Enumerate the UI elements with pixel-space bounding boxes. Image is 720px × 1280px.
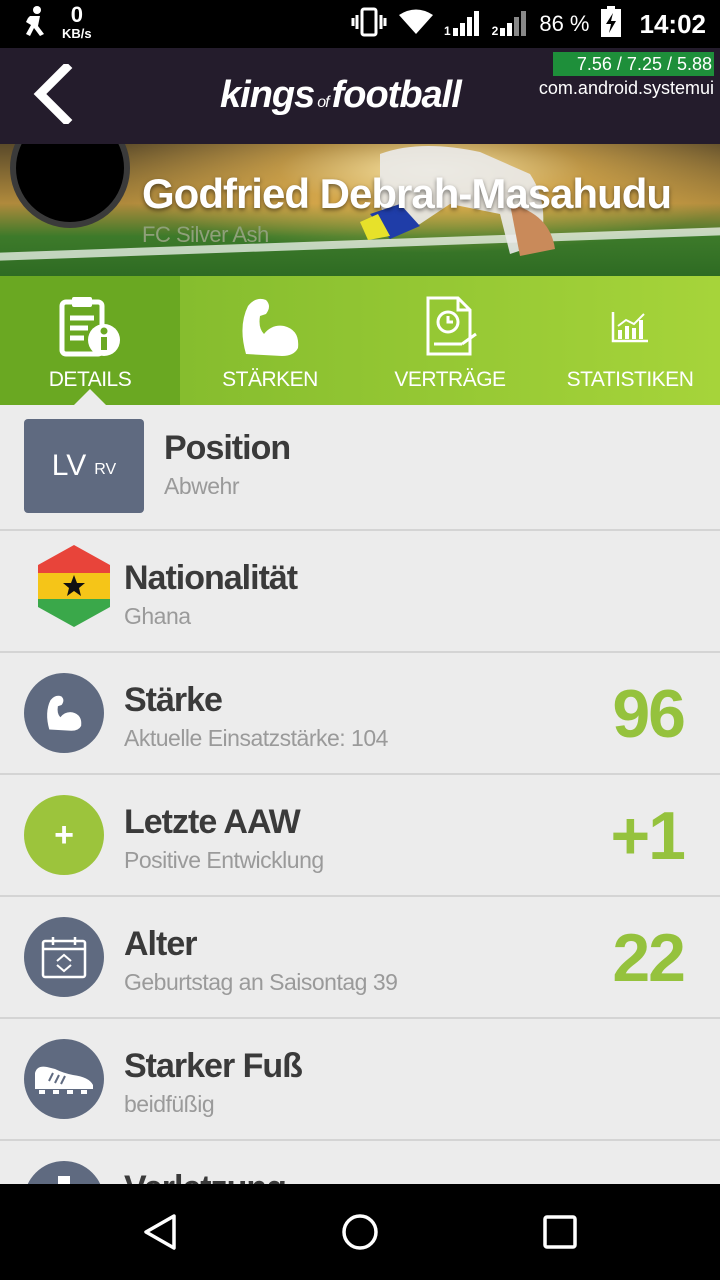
muscle-icon	[47, 695, 82, 731]
clock: 14:02	[639, 8, 707, 39]
nav-back-icon	[144, 1214, 176, 1250]
last-aaw-sub: Positive Entwicklung	[124, 847, 324, 873]
player-banner: Godfried Debrah-Masahudu FC Silver Ash	[0, 144, 720, 276]
battery-percent: 86 %	[539, 11, 590, 36]
net-speed: 0 KB/s	[62, 2, 92, 41]
position-value: Abwehr	[164, 473, 239, 499]
tab-statistiken[interactable]: STATISTIKEN	[540, 276, 720, 405]
muscle-icon	[242, 298, 299, 356]
age-value: 22	[612, 920, 686, 996]
strength-sub: Aktuelle Einsatzstärke: 104	[124, 725, 388, 751]
list-item-last-aaw[interactable]: + Letzte AAW Positive Entwicklung +1	[0, 775, 720, 897]
list-item-nationality[interactable]: Nationalität Ghana	[0, 531, 720, 653]
strength-value: 96	[612, 676, 686, 752]
app-logo: kings offootball	[220, 74, 462, 117]
strength-title: Stärke	[124, 681, 223, 719]
nav-back-button[interactable]	[136, 1208, 184, 1256]
strength-circle	[24, 673, 104, 753]
back-button[interactable]	[22, 64, 82, 124]
app-bar: kings offootball 7.56 / 7.25 / 5.88 com.a…	[0, 48, 720, 144]
tab-details-label: DETAILS	[48, 368, 132, 391]
player-club: FC Silver Ash	[142, 222, 269, 247]
nav-home-icon	[342, 1214, 378, 1250]
position-badge: LV RV	[24, 419, 144, 513]
calendar-icon	[41, 937, 87, 979]
position-alt: RV	[94, 461, 117, 478]
ghana-flag-icon	[38, 545, 110, 627]
tab-statistiken-label: STATISTIKEN	[566, 368, 694, 391]
shoe-icon	[35, 1066, 93, 1094]
last-aaw-value: +1	[610, 798, 686, 874]
debug-overlay: 7.56 / 7.25 / 5.88 com.android.systemui	[538, 52, 714, 100]
wifi-icon	[398, 8, 434, 41]
net-speed-value: 0	[70, 2, 83, 27]
position-main: LV	[51, 449, 87, 482]
sim2-label: 2	[491, 24, 499, 38]
age-circle	[24, 917, 104, 997]
back-arrow-icon	[33, 64, 73, 124]
foot-circle	[24, 1039, 104, 1119]
nav-recents-button[interactable]	[536, 1208, 584, 1256]
tab-vertraege[interactable]: VERTRÄGE	[360, 276, 540, 405]
signal-sim2-icon: 2	[492, 10, 530, 38]
list-item-strength[interactable]: Stärke Aktuelle Einsatzstärke: 104 96	[0, 653, 720, 775]
injury-title: Verletzung	[124, 1169, 287, 1184]
details-icon	[59, 297, 120, 357]
debug-package: com.android.systemui	[538, 78, 714, 98]
logo-kings: kings	[220, 74, 315, 116]
details-list: LV RV Position Abwehr Nationalität Ghana	[0, 405, 720, 1184]
nationality-value: Ghana	[124, 603, 191, 629]
plus-icon: +	[24, 795, 104, 875]
last-aaw-title: Letzte AAW	[124, 803, 301, 841]
status-bar: 0 KB/s 1 2 86 % 14:02	[0, 0, 720, 48]
position-title: Position	[164, 429, 291, 467]
debug-fps: 7.56 / 7.25 / 5.88	[538, 52, 714, 76]
list-item-injury[interactable]: Verletzung	[0, 1141, 720, 1184]
vibrate-icon	[350, 7, 388, 42]
navigation-bar	[0, 1184, 720, 1280]
logo-football: football	[331, 74, 462, 116]
age-title: Alter	[124, 925, 197, 963]
logo-of: of	[317, 94, 329, 111]
player-name: Godfried Debrah-Masahudu	[142, 170, 672, 217]
injury-circle	[24, 1161, 104, 1184]
tab-bar: DETAILS STÄRKEN VERTRÄGE STATISTIKEN	[0, 276, 720, 405]
tab-staerken-label: STÄRKEN	[222, 368, 318, 391]
list-item-age[interactable]: Alter Geburtstag an Saisontag 39 22	[0, 897, 720, 1019]
signal-sim1-icon: 1	[444, 10, 482, 38]
tab-vertraege-label: VERTRÄGE	[394, 368, 506, 391]
tab-details[interactable]: DETAILS	[0, 276, 180, 405]
nav-home-button[interactable]	[336, 1208, 384, 1256]
chart-icon	[611, 312, 648, 343]
tab-staerken[interactable]: STÄRKEN	[180, 276, 360, 405]
person-icon	[20, 4, 48, 43]
plus-symbol: +	[54, 815, 74, 854]
foot-title: Starker Fuß	[124, 1047, 303, 1085]
list-item-position[interactable]: LV RV Position Abwehr	[0, 405, 720, 531]
nav-recents-icon	[543, 1215, 577, 1249]
sim1-label: 1	[443, 24, 451, 38]
injury-icon	[58, 1176, 70, 1184]
foot-value: beidfüßig	[124, 1091, 215, 1117]
net-speed-unit: KB/s	[62, 26, 92, 41]
nationality-title: Nationalität	[124, 559, 298, 597]
age-sub: Geburtstag an Saisontag 39	[124, 969, 398, 995]
battery-charging-icon	[600, 5, 622, 43]
list-item-strong-foot[interactable]: Starker Fuß beidfüßig	[0, 1019, 720, 1141]
player-avatar	[10, 144, 130, 228]
contract-icon	[426, 296, 477, 356]
